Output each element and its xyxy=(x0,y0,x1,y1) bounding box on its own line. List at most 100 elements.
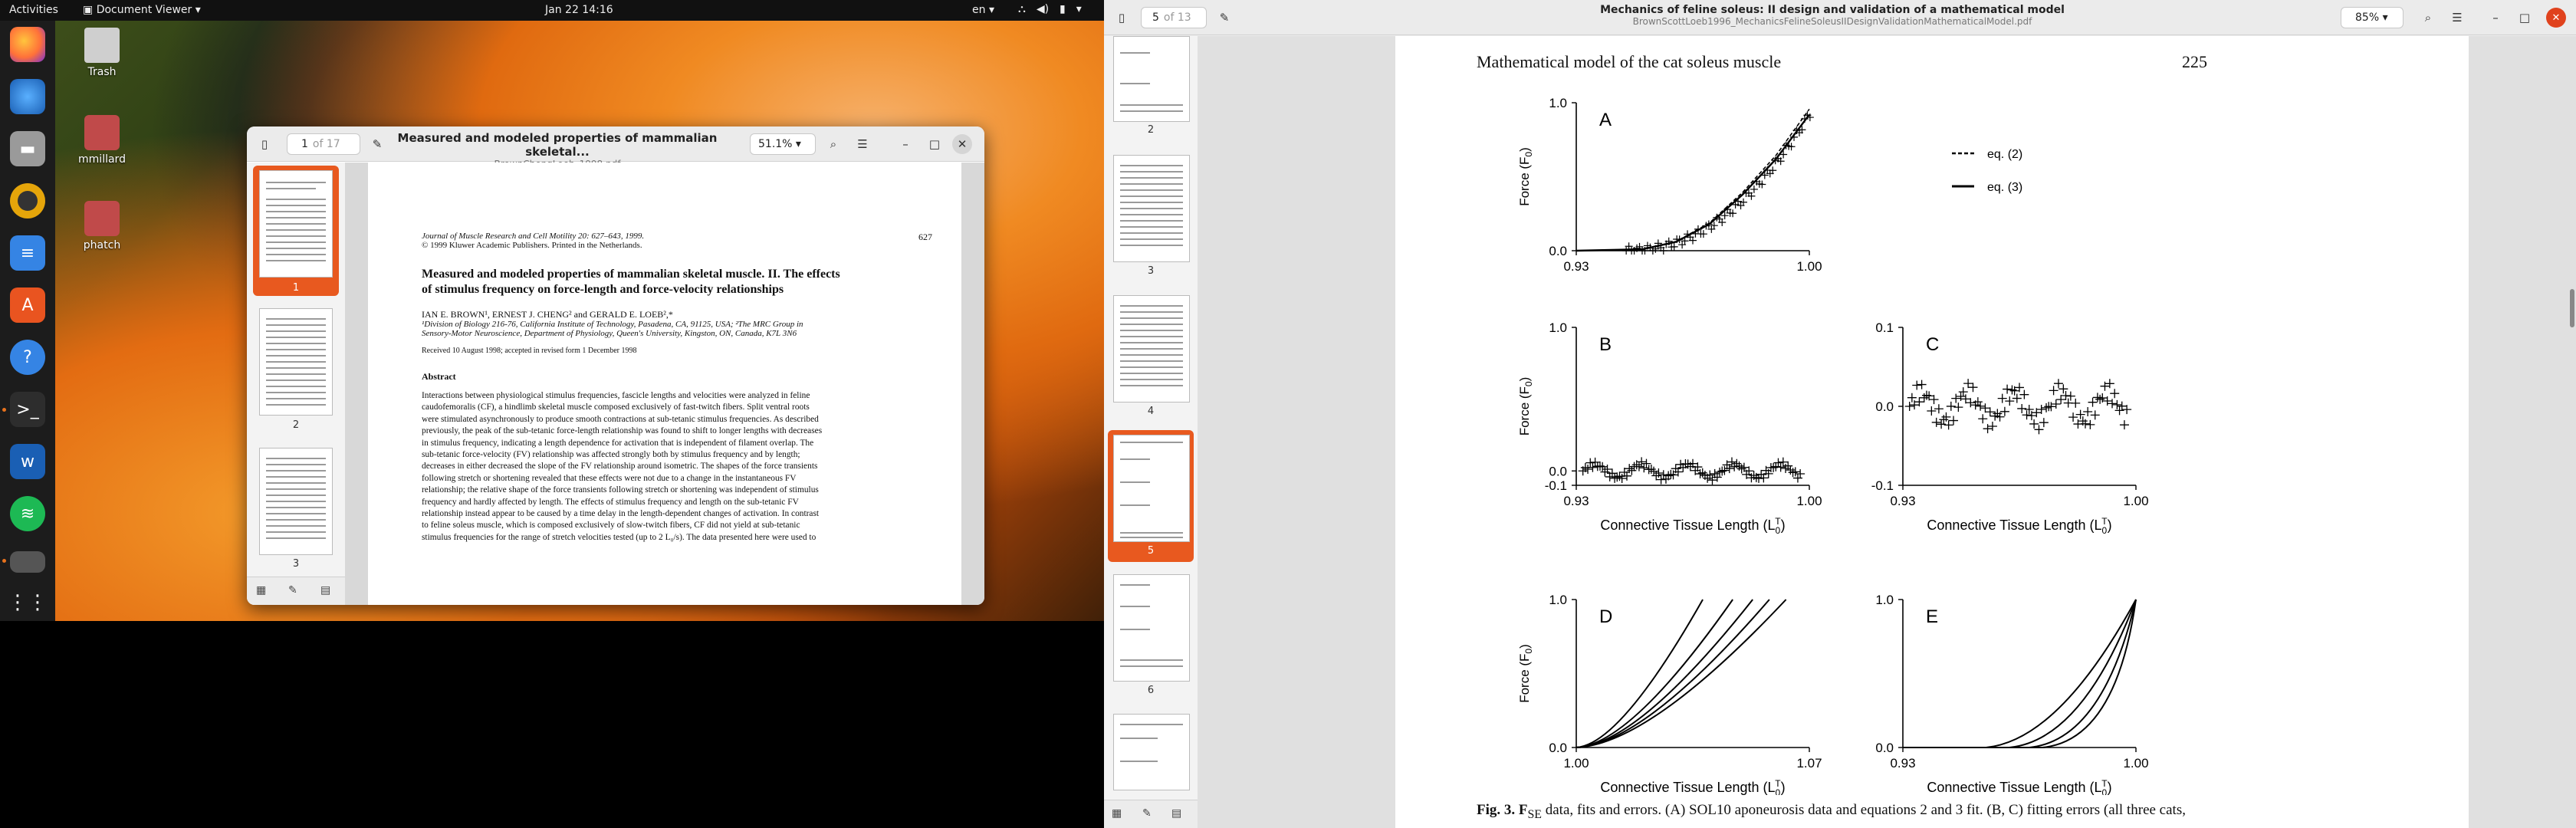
thumbnails-icon[interactable]: ▦ xyxy=(256,584,266,596)
minimize-icon[interactable]: – xyxy=(2484,6,2507,29)
x-axis-label: Connective Tissue Length (L0T) xyxy=(1927,516,2111,536)
abstract-line: sub-tetanic force-velocity (FV) relation… xyxy=(422,450,800,460)
rhythmbox-icon[interactable] xyxy=(10,183,45,219)
page-thumbnail[interactable] xyxy=(1113,435,1190,542)
page-number: 627 xyxy=(918,232,932,242)
thunderbird-icon[interactable] xyxy=(10,79,45,114)
sidebar-toggle-icon[interactable]: ▯ xyxy=(1110,6,1133,29)
scrollbar-thumb[interactable] xyxy=(2570,289,2574,327)
thumbnail-label: 4 xyxy=(1147,406,1155,417)
thumbnail-sidebar: 2 3 4 5 6 ▦ ✎ ▤ xyxy=(1104,36,1198,828)
page-number-field[interactable]: 5 of 13 xyxy=(1141,7,1207,28)
sidebar-toggle-icon[interactable]: ▯ xyxy=(253,133,276,156)
volume-icon: ◀) xyxy=(1036,3,1050,15)
annotate-pencil-icon[interactable]: ✎ xyxy=(366,133,389,156)
data-point xyxy=(1697,468,1707,478)
firefox-icon[interactable] xyxy=(10,27,45,62)
annotations-icon[interactable]: ✎ xyxy=(1142,807,1152,820)
terminal-icon[interactable]: >_ xyxy=(10,392,45,427)
files-icon[interactable]: ▬ xyxy=(10,131,45,166)
page-thumbnail[interactable] xyxy=(259,448,333,555)
system-tray[interactable]: ⛬ ◀) ▮ ▾ xyxy=(1018,3,1082,15)
page-thumbnail[interactable] xyxy=(1113,295,1190,402)
browser-icon[interactable]: w xyxy=(10,444,45,479)
data-point xyxy=(2022,410,2032,420)
maximize-icon[interactable]: □ xyxy=(923,133,946,156)
page-thumbnail[interactable] xyxy=(1113,574,1190,682)
running-indicator xyxy=(2,559,6,563)
x-tick-label: 0.93 xyxy=(1563,259,1589,274)
annotate-pencil-icon[interactable]: ✎ xyxy=(1213,6,1236,29)
data-point xyxy=(1966,398,1976,408)
left-screen: Activities ▣ Document Viewer ▾ Jan 22 14… xyxy=(0,0,1104,828)
thumbnail-label: 2 xyxy=(292,419,300,431)
sidebar-footer: ▦ ✎ ▤ xyxy=(247,577,345,605)
clock[interactable]: Jan 22 14:16 xyxy=(545,4,613,16)
close-icon[interactable]: ✕ xyxy=(2546,8,2566,28)
data-point xyxy=(1717,466,1727,476)
page-thumbnail[interactable] xyxy=(259,308,333,416)
maximize-icon[interactable]: □ xyxy=(2513,6,2536,29)
minimize-icon[interactable]: – xyxy=(894,133,917,156)
data-point xyxy=(2051,399,2061,409)
y-tick-label: 0.0 xyxy=(1875,741,1894,755)
document-viewer-icon[interactable] xyxy=(10,551,45,573)
abstract-heading: Abstract xyxy=(422,371,456,382)
language-indicator[interactable]: en ▾ xyxy=(972,4,994,16)
y-tick-label: -0.1 xyxy=(1871,478,1894,493)
desktop-folder-mmillard[interactable]: mmillard xyxy=(67,115,136,166)
data-point xyxy=(1999,406,2009,416)
data-point xyxy=(2058,384,2068,394)
show-apps-icon[interactable]: ⋮⋮ xyxy=(8,585,48,620)
desktop-folder-phatch[interactable]: phatch xyxy=(67,201,136,251)
page-thumbnail[interactable] xyxy=(1113,155,1190,262)
spotify-icon[interactable]: ≋ xyxy=(10,496,45,531)
help-icon[interactable]: ? xyxy=(10,340,45,375)
close-icon[interactable]: ✕ xyxy=(952,134,972,154)
x-tick-label: 0.93 xyxy=(1890,494,1915,508)
page-number-field[interactable]: 1 of 17 xyxy=(287,133,360,155)
page-current: 5 xyxy=(1152,12,1159,24)
app-menu-label: Document Viewer xyxy=(96,4,192,16)
writer-icon[interactable]: ≡ xyxy=(10,235,45,271)
page-thumbnail[interactable] xyxy=(1113,36,1190,122)
thumbnail-sidebar: 1 2 3 ▦ ✎ ▤ xyxy=(247,163,345,605)
y-tick-label: 1.0 xyxy=(1549,96,1567,110)
abstract-line: stimulus frequencies for the range of st… xyxy=(422,532,816,542)
abstract-body: Interactions between physiological stimu… xyxy=(422,390,935,544)
document-area: Journal of Muscle Research and Cell Moti… xyxy=(345,163,984,605)
search-icon[interactable]: ⌕ xyxy=(2417,6,2440,29)
affiliation-line-1: ¹Division of Biology 216-76, California … xyxy=(422,320,803,329)
data-point xyxy=(2112,399,2122,409)
activities-button[interactable]: Activities xyxy=(9,4,58,16)
data-point xyxy=(1960,394,1970,404)
app-center-icon[interactable]: A xyxy=(10,288,45,323)
thumbnail-label: 1 xyxy=(292,282,300,294)
x-axis-label: Connective Tissue Length (L0T) xyxy=(1927,778,2111,795)
search-icon[interactable]: ⌕ xyxy=(822,133,845,156)
menu-icon[interactable]: ☰ xyxy=(2446,6,2469,29)
page-thumbnail[interactable] xyxy=(259,170,333,278)
app-menu[interactable]: ▣ Document Viewer ▾ xyxy=(83,4,201,16)
bookmarks-icon[interactable]: ▤ xyxy=(320,584,330,596)
dock: ▬ ≡ A ? >_ w ≋ ⋮⋮ xyxy=(0,21,55,621)
trash-icon xyxy=(84,28,120,63)
thumbnails-icon[interactable]: ▦ xyxy=(1112,807,1122,820)
menu-icon[interactable]: ☰ xyxy=(851,133,874,156)
copyright-line: © 1999 Kluwer Academic Publishers. Print… xyxy=(422,241,642,250)
annotations-icon[interactable]: ✎ xyxy=(288,584,297,596)
bookmarks-icon[interactable]: ▤ xyxy=(1171,807,1181,820)
page-thumbnail[interactable] xyxy=(1113,714,1190,790)
data-point xyxy=(1590,457,1600,467)
data-point xyxy=(2053,379,2063,389)
data-point xyxy=(1958,387,1968,397)
data-point xyxy=(1956,391,1966,401)
sidebar-footer: ▦ ✎ ▤ xyxy=(1104,800,1198,828)
paper-title-line-1: Measured and modeled properties of mamma… xyxy=(422,268,840,281)
caption-label: Fig. 3. F xyxy=(1477,802,1528,818)
zoom-select[interactable]: 85% ▾ xyxy=(2341,7,2404,28)
battery-icon: ▮ xyxy=(1060,3,1066,15)
zoom-select[interactable]: 51.1% ▾ xyxy=(750,133,816,155)
desktop-trash[interactable]: Trash xyxy=(67,28,136,78)
document-page: Mathematical model of the cat soleus mus… xyxy=(1395,36,2469,828)
